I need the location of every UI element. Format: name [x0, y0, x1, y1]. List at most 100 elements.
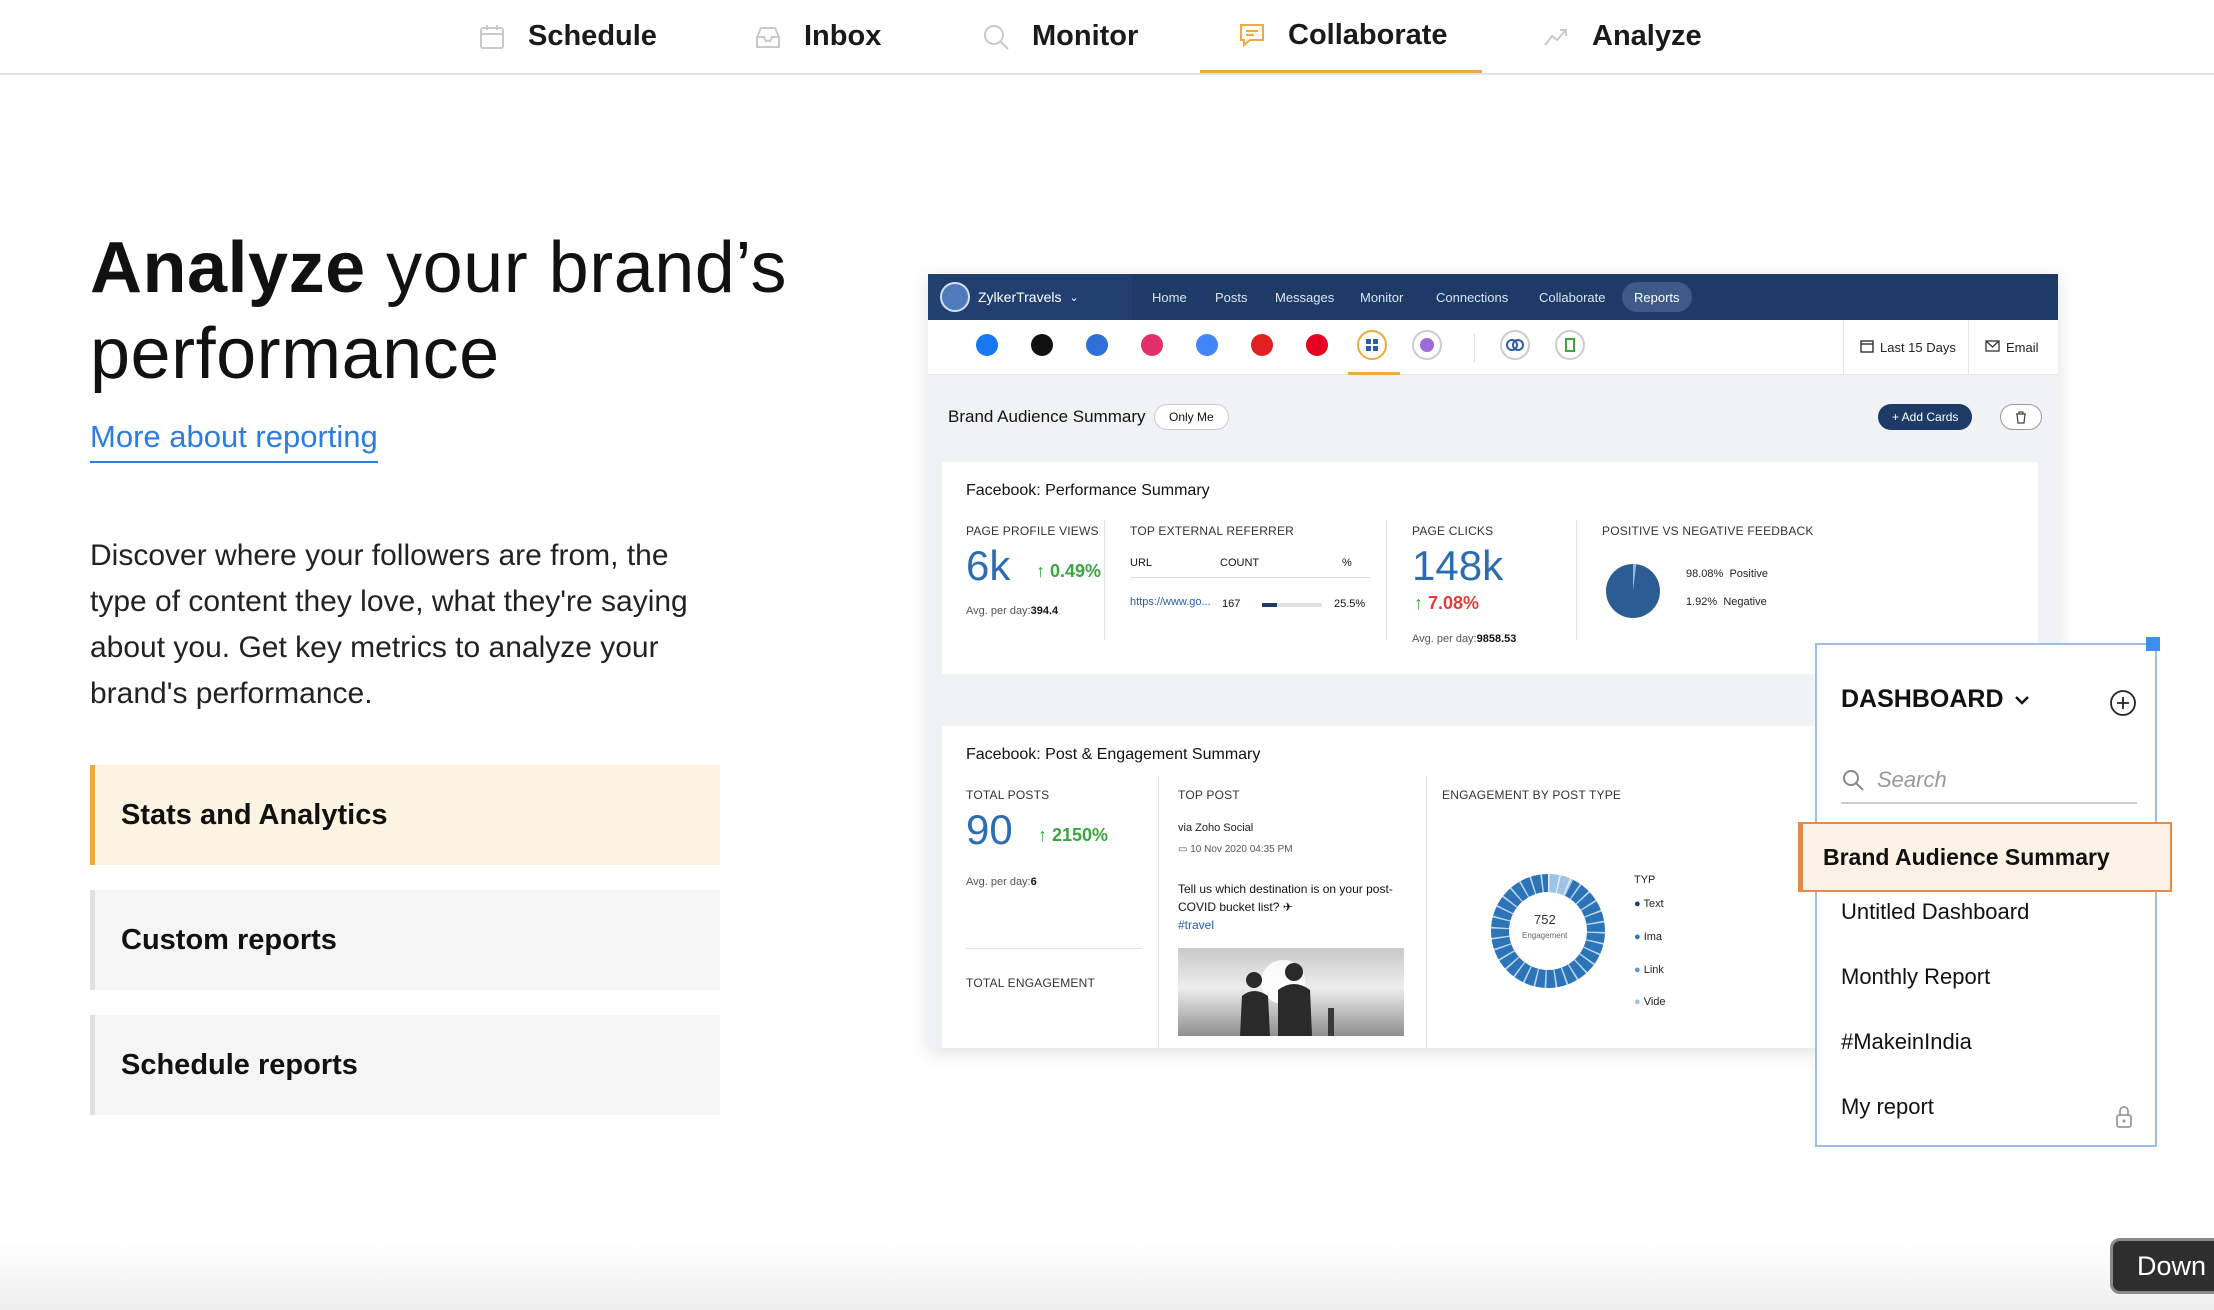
referrer-count: 167: [1222, 598, 1241, 610]
avg-label: Avg. per day:: [1412, 633, 1477, 645]
total-posts-pct: 2150%: [1052, 825, 1109, 845]
link-icon[interactable]: [1500, 330, 1530, 360]
search-placeholder: Search: [1877, 767, 1947, 792]
dashboard-item[interactable]: Monthly Report: [1841, 964, 1990, 990]
engagement-by-type-heading: ENGAGEMENT BY POST TYPE: [1442, 788, 1622, 802]
divider: [1474, 334, 1475, 362]
search-icon: [982, 23, 1010, 51]
chevron-down-icon: [2014, 695, 2029, 705]
feature-schedule-reports[interactable]: Schedule reports: [90, 1015, 720, 1115]
tab-monitor[interactable]: Monitor: [982, 0, 1138, 73]
dropdown-title: DASHBOARD: [1841, 685, 2004, 713]
add-cards-button[interactable]: + Add Cards: [1878, 404, 1973, 430]
dashboard-icon[interactable]: [1357, 330, 1387, 360]
couple-silhouette-image: [1240, 960, 1334, 1036]
referrer-pct: 25.5%: [1334, 598, 1366, 610]
divider: [966, 948, 1142, 949]
more-about-reporting-link[interactable]: More about reporting: [90, 419, 378, 463]
nav-home[interactable]: Home: [1152, 274, 1187, 320]
tab-collaborate[interactable]: Collaborate: [1200, 0, 1482, 73]
brand-name: ZylkerTravels: [978, 289, 1062, 305]
nav-connections[interactable]: Connections: [1436, 274, 1508, 320]
nav-reports[interactable]: Reports: [1622, 282, 1692, 312]
google-icon[interactable]: [1196, 334, 1218, 356]
card-title: Facebook: Post & Engagement Summary: [966, 746, 1261, 763]
page-icon[interactable]: [1555, 330, 1585, 360]
page-clicks-pct: 7.08%: [1428, 593, 1480, 613]
tab-schedule[interactable]: Schedule: [478, 0, 657, 73]
total-engagement-heading: TOTAL ENGAGEMENT: [966, 976, 1095, 990]
dashboard-item[interactable]: My report: [1841, 1094, 1934, 1120]
divider: [1104, 520, 1105, 640]
feature-stats-and-analytics[interactable]: Stats and Analytics: [90, 765, 720, 865]
date-range-label: Last 15 Days: [1880, 340, 1956, 355]
tab-analyze[interactable]: Analyze: [1542, 0, 1702, 73]
profile-views-value: 6k: [966, 542, 1011, 589]
dashboard-dropdown: DASHBOARD Search Untitled Dashboard Mont…: [1815, 643, 2157, 1147]
dashboard-item[interactable]: Untitled Dashboard: [1841, 899, 2029, 925]
calendar-icon: [1860, 339, 1874, 356]
nav-monitor[interactable]: Monitor: [1360, 274, 1403, 320]
dashboard-search-input[interactable]: Search: [1841, 758, 2137, 804]
positive-label: Positive: [1729, 568, 1768, 580]
referrer-url[interactable]: https://www.go...: [1130, 596, 1211, 608]
url-column-header: URL: [1130, 557, 1153, 569]
dashboard-item[interactable]: #MakeinIndia: [1841, 1029, 1972, 1055]
count-column-header: COUNT: [1220, 557, 1260, 569]
linkedin-icon[interactable]: [1086, 334, 1108, 356]
facebook-icon[interactable]: [976, 334, 998, 356]
top-post-image[interactable]: [1178, 948, 1404, 1036]
title-bold: Analyze: [90, 228, 366, 308]
x-icon[interactable]: [1031, 334, 1053, 356]
resize-handle[interactable]: [2146, 637, 2160, 651]
lock-icon: [2116, 1106, 2132, 1128]
delete-button[interactable]: [2000, 404, 2042, 430]
page-clicks-change: ↑ 7.08%: [1414, 593, 1479, 614]
legend-item: ● Text: [1634, 898, 1664, 910]
nav-posts[interactable]: Posts: [1215, 274, 1248, 320]
youtube-icon[interactable]: [1251, 334, 1273, 356]
top-post-hashtag[interactable]: #travel: [1178, 918, 1214, 932]
legend-item: ● Link: [1634, 964, 1664, 976]
divider: [1576, 520, 1577, 640]
download-button[interactable]: Down: [2110, 1238, 2214, 1294]
nav-collaborate[interactable]: Collaborate: [1539, 274, 1606, 320]
legend-label: Vide: [1643, 996, 1666, 1008]
only-me-badge[interactable]: Only Me: [1154, 404, 1229, 430]
tab-inbox[interactable]: Inbox: [754, 0, 881, 73]
total-posts-heading: TOTAL POSTS: [966, 788, 1050, 802]
dashboard-dropdown-header[interactable]: DASHBOARD: [1841, 685, 2030, 714]
feature-custom-reports[interactable]: Custom reports: [90, 890, 720, 990]
instagram-icon[interactable]: [1141, 334, 1163, 356]
page-title: Analyze your brand’s performance: [90, 225, 850, 397]
arrow-up-icon: ↑: [1414, 593, 1429, 613]
tab-label: Analyze: [1592, 20, 1702, 52]
dashboard-item-selected[interactable]: Brand Audience Summary: [1798, 822, 2172, 892]
tab-label: Collaborate: [1288, 18, 1448, 51]
negative-pct: 1.92%: [1686, 596, 1718, 608]
nav-messages[interactable]: Messages: [1275, 274, 1334, 320]
table-divider: [1130, 577, 1370, 578]
channel-icon-row: Last 15 Days Email: [928, 320, 2058, 375]
date-range-selector[interactable]: Last 15 Days: [1843, 320, 1956, 375]
profile-views-change: ↑ 0.49%: [1036, 561, 1101, 582]
app-header: ZylkerTravels ⌄ Home Posts Messages Moni…: [928, 274, 2058, 320]
add-dashboard-icon[interactable]: [2109, 689, 2137, 717]
arrow-up-icon: ↑: [1036, 561, 1051, 581]
group-icon[interactable]: [1412, 330, 1442, 360]
referrer-heading: TOP EXTERNAL REFERRER: [1130, 524, 1295, 538]
tab-label: Schedule: [528, 20, 657, 52]
tab-label: Inbox: [804, 20, 882, 52]
legend-label: Text: [1643, 898, 1664, 910]
email-button[interactable]: Email: [1968, 320, 2039, 375]
pct-column-header: %: [1342, 557, 1352, 569]
trash-icon: [2016, 410, 2026, 424]
pinterest-icon[interactable]: [1306, 334, 1328, 356]
brand-switcher[interactable]: ZylkerTravels ⌄: [928, 274, 1132, 320]
tab-label: Monitor: [1032, 20, 1139, 52]
search-icon: [1843, 770, 1864, 791]
feedback-heading: POSITIVE VS NEGATIVE FEEDBACK: [1602, 524, 1814, 538]
calendar-icon: [478, 23, 506, 51]
positive-legend: 98.08% Positive: [1686, 568, 1768, 580]
clicks-avg: Avg. per day:9858.53: [1412, 633, 1516, 645]
